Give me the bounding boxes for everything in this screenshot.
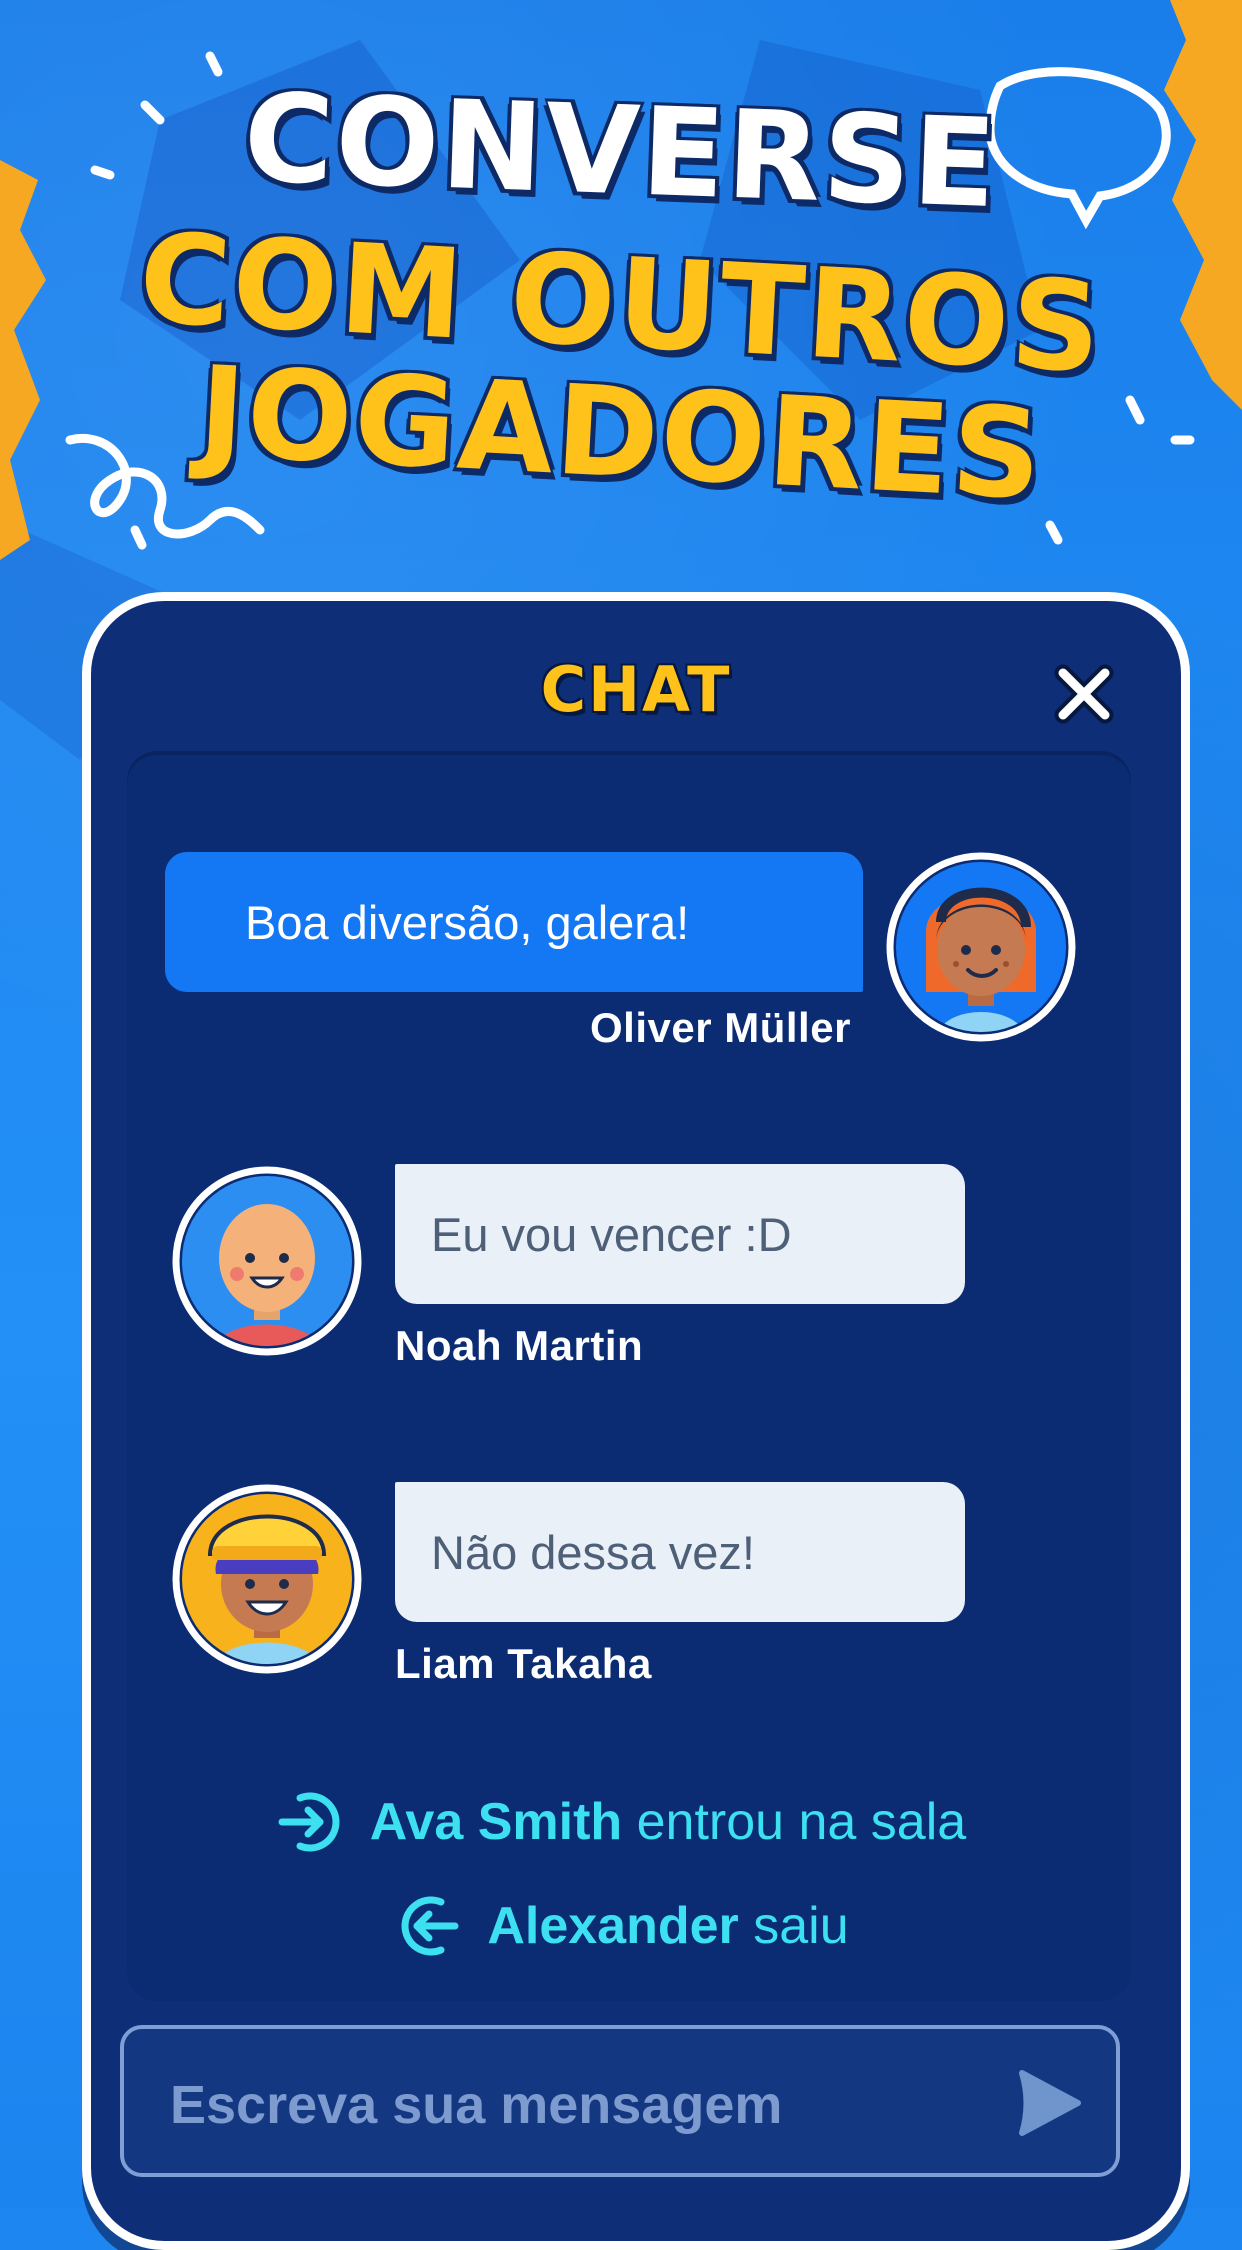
message-input[interactable]	[168, 2059, 992, 2151]
chat-title: CHAT	[540, 653, 732, 726]
message-author: Noah Martin	[395, 1322, 644, 1369]
close-icon[interactable]	[1049, 659, 1119, 729]
avatar	[172, 1484, 362, 1674]
event-user-name: Alexander	[487, 1897, 739, 1955]
avatar	[172, 1166, 362, 1356]
leave-event: Alexander saiu	[0, 1890, 1242, 1962]
chat-panel: CHAT	[82, 592, 1190, 2250]
message-author: Oliver Müller	[590, 1004, 851, 1051]
message-input-box	[120, 2025, 1120, 2177]
event-action: entrou na sala	[636, 1793, 967, 1851]
chat-message-bubble: Não dessa vez!	[395, 1482, 965, 1622]
avatar	[886, 852, 1076, 1042]
send-icon[interactable]	[1008, 2063, 1088, 2143]
join-event: Ava Smith entrou na sala	[0, 1786, 1242, 1858]
event-user-name: Ava Smith	[369, 1793, 623, 1851]
message-author: Liam Takaha	[395, 1640, 652, 1687]
headline: CONVERSE COM OUTROS JOGADORES	[0, 67, 1242, 528]
exit-icon	[401, 1896, 459, 1956]
chat-message-bubble: Boa diversão, galera!	[165, 852, 863, 992]
chat-message-bubble: Eu vou vencer :D	[395, 1164, 965, 1304]
event-action: saiu	[753, 1897, 849, 1955]
enter-icon	[278, 1792, 340, 1852]
